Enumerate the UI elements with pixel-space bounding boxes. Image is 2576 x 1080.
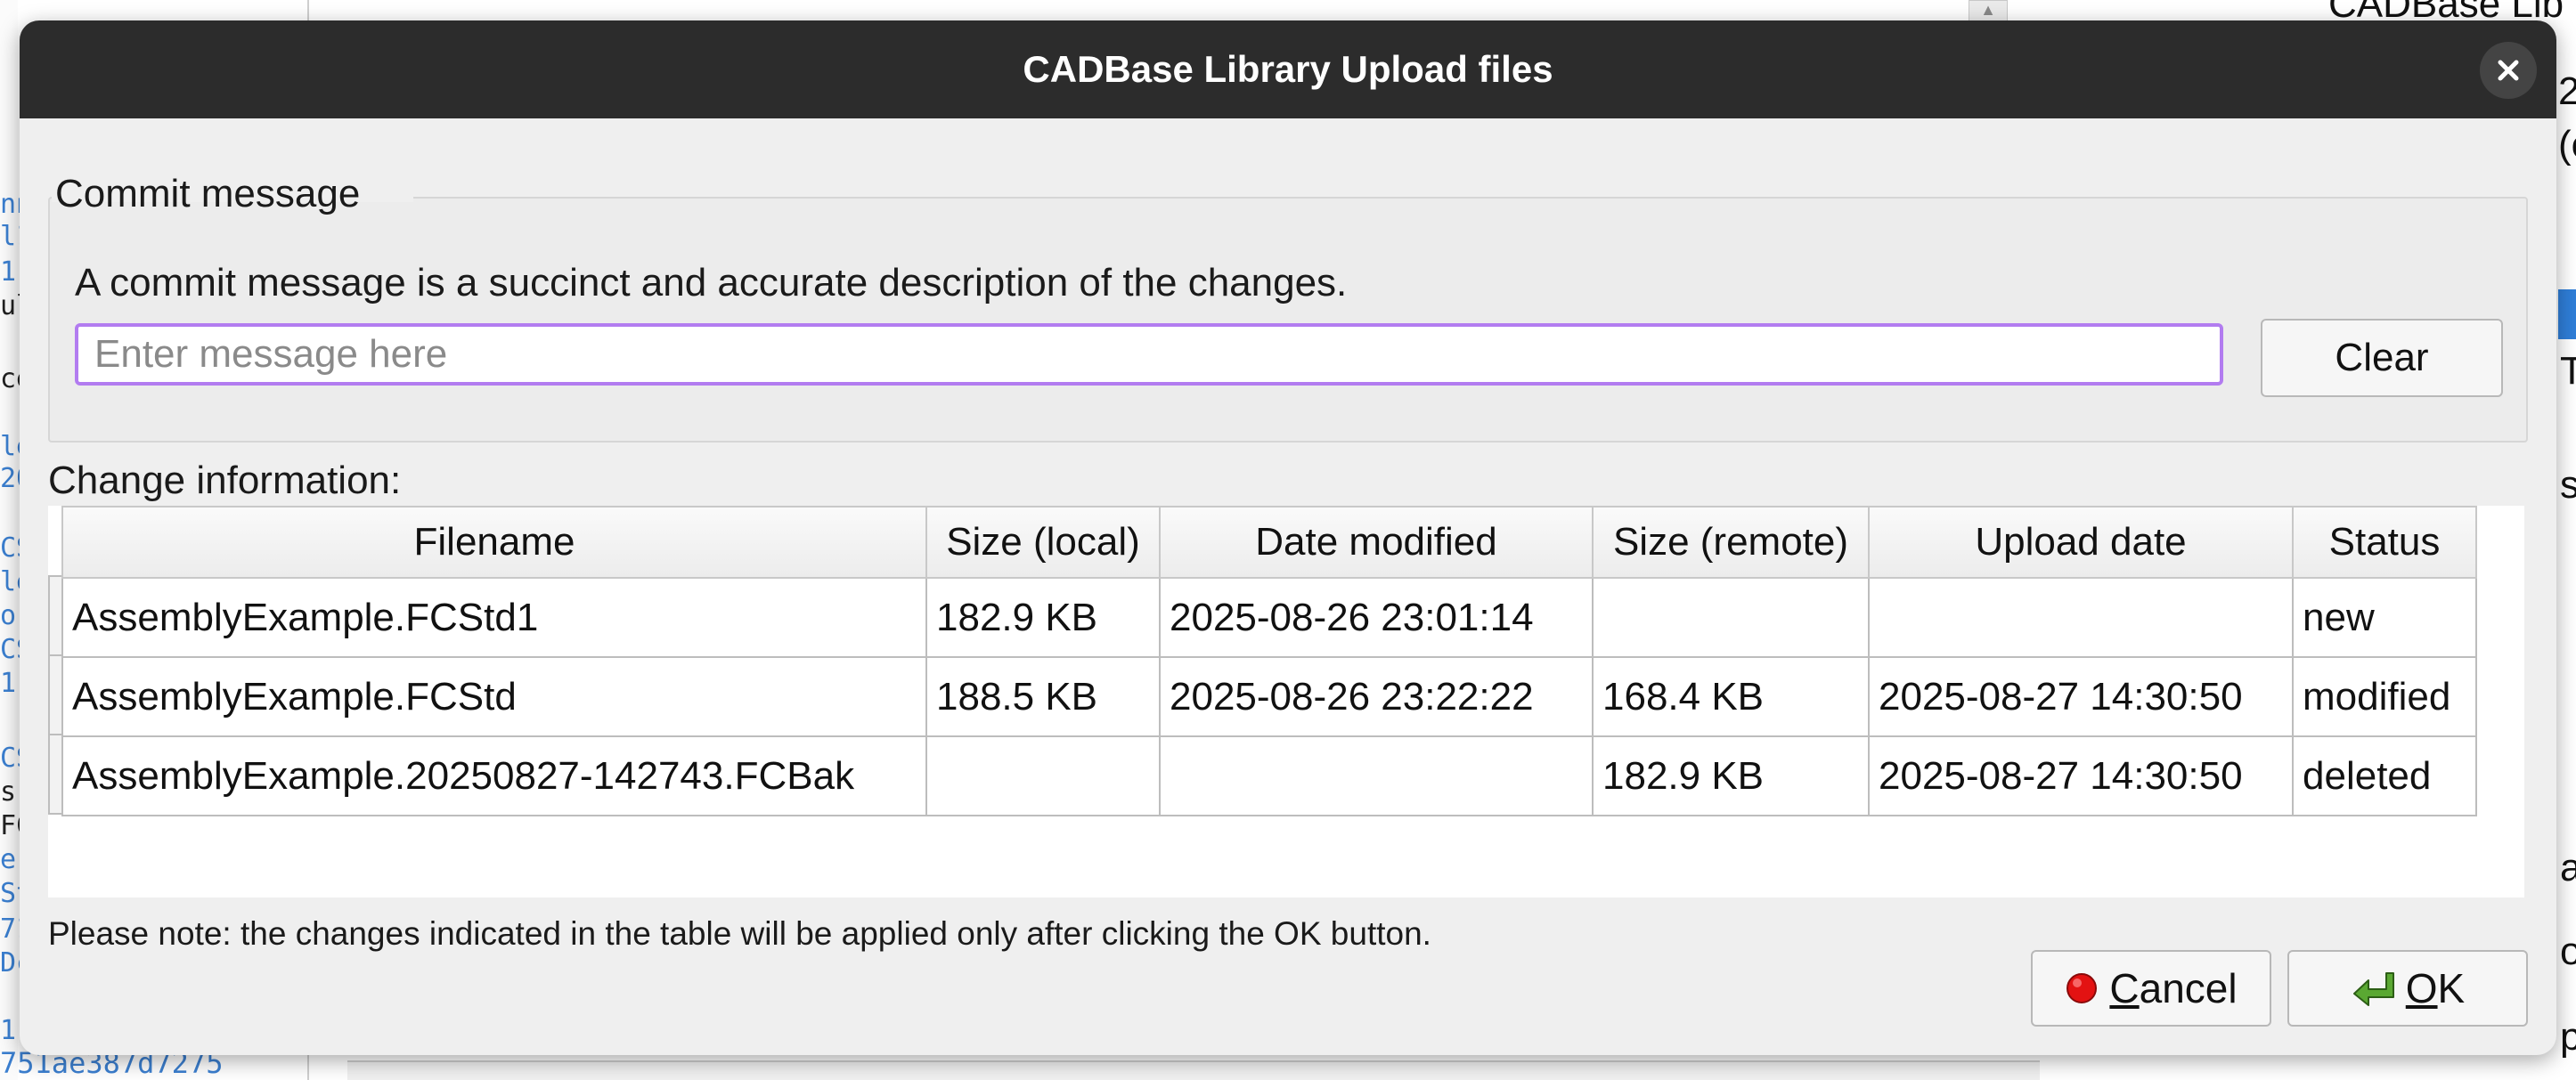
changes-table-area: Filename Size (local) Date modified Size… [48, 506, 2524, 897]
change-information-label: Change information: [48, 459, 402, 502]
cell-size-local[interactable]: 182.9 KB [925, 577, 1161, 658]
changes-table: Filename Size (local) Date modified Size… [61, 506, 2477, 816]
cancel-button[interactable]: Cancel [2031, 950, 2271, 1027]
column-header-size-local[interactable]: Size (local) [925, 506, 1161, 579]
cell-upload-date[interactable]: 2025-08-27 14:30:50 [1868, 656, 2294, 737]
table-row[interactable]: AssemblyExample.FCStd 188.5 KB 2025-08-2… [61, 656, 2477, 737]
clear-button[interactable]: Clear [2261, 319, 2503, 397]
background-text: T [2560, 349, 2576, 393]
column-header-status[interactable]: Status [2292, 506, 2477, 579]
background-text: (c [2558, 123, 2576, 166]
background-code-line: 1 [0, 256, 17, 288]
background-text: a [2560, 846, 2576, 889]
ok-button[interactable]: OK [2287, 950, 2528, 1027]
cell-status[interactable]: deleted [2292, 735, 2477, 816]
cell-size-local[interactable]: 188.5 KB [925, 656, 1161, 737]
cell-status[interactable]: new [2292, 577, 2477, 658]
column-header-size-remote[interactable]: Size (remote) [1592, 506, 1870, 579]
cell-size-remote[interactable] [1592, 577, 1870, 658]
cell-filename[interactable]: AssemblyExample.20250827-142743.FCBak [61, 735, 927, 816]
cell-upload-date[interactable] [1868, 577, 2294, 658]
table-header-row: Filename Size (local) Date modified Size… [61, 506, 2477, 579]
dialog-titlebar[interactable]: CADBase Library Upload files [20, 20, 2556, 118]
background-text: p [2560, 1015, 2576, 1059]
background-selection [2558, 289, 2576, 339]
commit-group-title: Commit message [55, 172, 361, 215]
row-header[interactable] [48, 734, 61, 815]
cell-size-remote[interactable]: 182.9 KB [1592, 735, 1870, 816]
background-code-line: 1 [0, 668, 17, 699]
background-text: s [2560, 463, 2576, 507]
ok-label: OK [2405, 965, 2466, 1011]
upload-files-dialog: CADBase Library Upload files Commit mess… [20, 20, 2556, 1055]
cell-date-modified[interactable] [1159, 735, 1594, 816]
table-row[interactable]: AssemblyExample.20250827-142743.FCBak 18… [61, 735, 2477, 816]
background-text: 2 [2558, 69, 2576, 113]
cancel-label: Cancel [2109, 965, 2238, 1011]
cell-status[interactable]: modified [2292, 656, 2477, 737]
background-scrollbar[interactable] [347, 1060, 2040, 1080]
table-row[interactable]: AssemblyExample.FCStd1 182.9 KB 2025-08-… [61, 577, 2477, 658]
apply-note: Please note: the changes indicated in th… [48, 915, 1431, 952]
close-icon [2498, 60, 2519, 81]
commit-description: A commit message is a succinct and accur… [75, 261, 1348, 305]
cell-size-remote[interactable]: 168.4 KB [1592, 656, 1870, 737]
cell-filename[interactable]: AssemblyExample.FCStd [61, 656, 927, 737]
background-code-line: e [0, 844, 17, 875]
column-header-filename[interactable]: Filename [61, 506, 927, 579]
dialog-title: CADBase Library Upload files [1023, 48, 1553, 90]
row-header[interactable] [48, 654, 61, 735]
cell-filename[interactable]: AssemblyExample.FCStd1 [61, 577, 927, 658]
cell-size-local[interactable] [925, 735, 1161, 816]
column-header-upload-date[interactable]: Upload date [1868, 506, 2294, 579]
commit-message-group [48, 197, 2528, 443]
cell-upload-date[interactable]: 2025-08-27 14:30:50 [1868, 735, 2294, 816]
column-header-date-modified[interactable]: Date modified [1159, 506, 1594, 579]
close-button[interactable] [2480, 42, 2537, 99]
row-header[interactable] [48, 575, 61, 656]
cell-date-modified[interactable]: 2025-08-26 23:22:22 [1159, 656, 1594, 737]
cell-date-modified[interactable]: 2025-08-26 23:01:14 [1159, 577, 1594, 658]
stop-icon [2065, 971, 2099, 1005]
background-code-line: s [0, 776, 17, 808]
commit-message-input[interactable] [75, 323, 2223, 386]
enter-arrow-icon [2351, 970, 2395, 1007]
background-text: o [2560, 930, 2576, 973]
